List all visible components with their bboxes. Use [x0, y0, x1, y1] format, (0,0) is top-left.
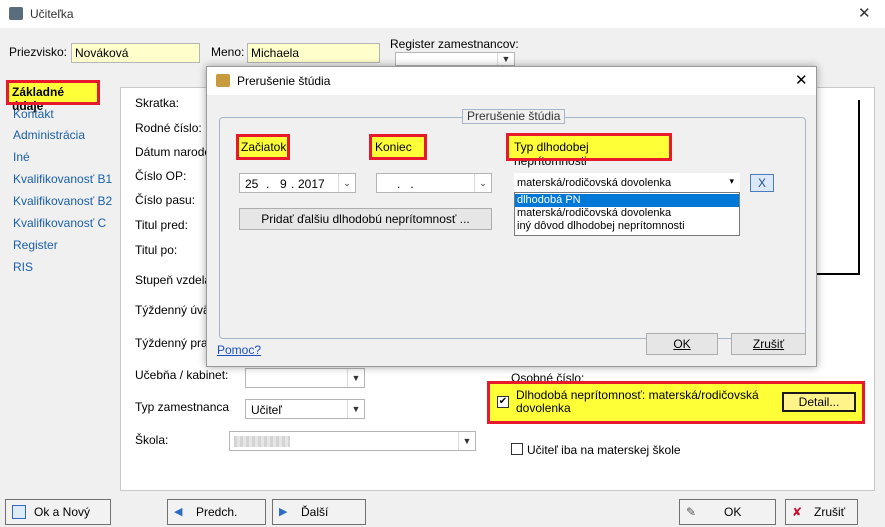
- arrow-left-icon: ◀: [174, 506, 183, 518]
- cislo-pasu-label: Číslo pasu:: [135, 193, 196, 207]
- date-separator: .: [291, 177, 295, 191]
- dlhodoba-nepritomnost-box: ✔ Dlhodobá neprítomnosť: materská/rodičo…: [487, 381, 865, 424]
- typ-zamestnanca-value: Učiteľ: [251, 403, 282, 417]
- skola-select[interactable]: ▼: [229, 431, 476, 451]
- sidebar-item-register[interactable]: Register: [13, 238, 58, 252]
- pencil-check-icon: ✎: [686, 505, 697, 519]
- type-select-value: materská/rodičovská dovolenka: [517, 177, 672, 189]
- type-option[interactable]: dlhodobá PN: [515, 194, 739, 207]
- skratka-label: Skratka:: [135, 96, 180, 110]
- sidebar-item-kvalifikovanost-b2[interactable]: Kvalifikovanosť B2: [13, 194, 112, 208]
- frame-line-right: [858, 100, 860, 275]
- osobne-cislo-label: Osobné číslo:: [511, 371, 585, 385]
- close-icon[interactable]: ✕: [858, 4, 871, 22]
- type-label: Typ dlhodobej neprítomnosti: [506, 133, 672, 168]
- start-month: 9: [280, 177, 287, 191]
- ucebna-label: Učebňa / kabinet:: [135, 368, 229, 382]
- next-label: Ďalší: [301, 505, 329, 519]
- start-year: 2017: [298, 177, 325, 191]
- cancel-button[interactable]: ✘ Zrušiť: [785, 499, 858, 525]
- register-label: Register zamestnancov:: [390, 37, 519, 51]
- prerusenie-dialog: Prerušenie štúdia ✕ Prerušenie štúdia Za…: [206, 66, 817, 367]
- remove-button[interactable]: X: [750, 174, 774, 192]
- dlhodoba-checkbox-label: Dlhodobá neprítomnosť: materská/rodičovs…: [516, 388, 759, 415]
- dropdown-arrow-icon: ▾: [729, 176, 734, 186]
- start-date-picker[interactable]: 25 . 9 . 2017 ⌄: [239, 173, 356, 193]
- main-title-bar: Učiteľka ✕: [0, 0, 885, 28]
- close-icon[interactable]: ✕: [795, 71, 808, 89]
- window-title: Učiteľka: [30, 7, 74, 21]
- typ-zamestnanca-select[interactable]: Učiteľ ▼: [245, 399, 365, 419]
- new-document-icon: [12, 505, 26, 519]
- typ-zamestnanca-label: Typ zamestnanca: [135, 400, 230, 414]
- chevron-down-icon: ▼: [347, 369, 364, 387]
- arrow-right-icon: ▶: [279, 506, 288, 518]
- sidebar-item-ine[interactable]: Iné: [13, 150, 30, 164]
- stupen-label: Stupeň vzdela: [135, 273, 212, 287]
- dialog-ok-button[interactable]: OK: [646, 333, 718, 355]
- surname-label: Priezvisko:: [9, 45, 68, 59]
- sidebar-item-kvalifikovanost-b1[interactable]: Kvalifikovanosť B1: [13, 172, 112, 186]
- sidebar-item-kvalifikovanost-c[interactable]: Kvalifikovanosť C: [13, 216, 106, 230]
- name-field[interactable]: Michaela: [247, 43, 380, 63]
- chevron-down-icon: ▼: [458, 432, 475, 450]
- add-absence-button[interactable]: Pridať ďalšiu dlhodobú neprítomnosť ...: [239, 208, 492, 230]
- rodne-cislo-label: Rodné číslo:: [135, 121, 202, 135]
- ok-button[interactable]: ✎ OK: [679, 499, 776, 525]
- dialog-title: Prerušenie štúdia: [237, 74, 331, 88]
- end-date-picker[interactable]: . . ⌄: [376, 173, 492, 193]
- frame-line-bottom: [815, 273, 860, 275]
- sidebar-item-ris[interactable]: RIS: [13, 260, 33, 274]
- date-separator: .: [266, 177, 270, 191]
- cancel-x-icon: ✘: [792, 505, 803, 519]
- ok-a-novy-button[interactable]: Ok a Nový: [5, 499, 111, 525]
- tyzdenny-prac-label: Týždenný prac: [135, 336, 214, 350]
- cislo-op-label: Číslo OP:: [135, 169, 187, 183]
- sidebar-item-administracia[interactable]: Administrácia: [13, 128, 85, 142]
- skola-label: Škola:: [135, 433, 169, 447]
- sidebar-item-kontakt[interactable]: Kontakt: [13, 107, 54, 121]
- end-date-placeholder: . .: [397, 177, 414, 191]
- titul-po-label: Titul po:: [135, 243, 178, 257]
- help-link[interactable]: Pomoc?: [217, 343, 261, 357]
- dialog-app-icon: [216, 74, 230, 87]
- surname-field[interactable]: Nováková: [71, 43, 200, 63]
- previous-label: Predch.: [196, 505, 238, 519]
- dialog-title-bar: Prerušenie štúdia ✕: [207, 67, 816, 95]
- start-label: Začiatok: [236, 134, 290, 160]
- start-day: 25: [245, 177, 259, 191]
- chevron-down-icon: ⌄: [338, 174, 355, 192]
- tyzdenny-uvazok-label: Týždenný úvä: [135, 303, 210, 317]
- next-button[interactable]: ▶ Ďalší: [272, 499, 366, 525]
- type-select[interactable]: materská/rodičovská dovolenka ▾: [514, 173, 740, 192]
- type-dropdown-list[interactable]: dlhodobá PN materská/rodičovská dovolenk…: [514, 192, 740, 236]
- chevron-down-icon: ⌄: [474, 174, 491, 192]
- dlhodoba-checkbox[interactable]: ✔: [497, 396, 509, 408]
- app-icon: [9, 7, 23, 20]
- name-label: Meno:: [211, 45, 245, 59]
- type-option[interactable]: materská/rodičovská dovolenka: [515, 207, 739, 220]
- dialog-cancel-button[interactable]: Zrušiť: [731, 333, 806, 355]
- cancel-label: Zrušiť: [814, 505, 846, 519]
- materska-skola-checkbox[interactable]: [511, 443, 523, 455]
- chevron-down-icon: ▼: [347, 400, 364, 418]
- register-select[interactable]: ▼: [395, 52, 515, 66]
- blurred-value: [234, 436, 290, 447]
- type-option[interactable]: iný dôvod dlhodobej neprítomnosti: [515, 220, 739, 233]
- titul-pred-label: Titul pred:: [135, 218, 188, 232]
- previous-button[interactable]: ◀ Predch.: [167, 499, 266, 525]
- end-label: Koniec: [369, 134, 427, 160]
- materska-skola-label: Učiteľ iba na materskej škole: [527, 443, 681, 457]
- group-title: Prerušenie štúdia: [462, 109, 566, 124]
- detail-button[interactable]: Detail...: [782, 392, 856, 412]
- ucebna-select[interactable]: ▼: [245, 368, 365, 388]
- ok-a-novy-label: Ok a Nový: [34, 505, 91, 519]
- chevron-down-icon: ▼: [497, 53, 514, 65]
- datum-narodenia-label: Dátum narode: [135, 145, 212, 159]
- sidebar-item-zakladne-udaje[interactable]: Základné údaje: [6, 80, 100, 113]
- ok-label: OK: [724, 505, 742, 519]
